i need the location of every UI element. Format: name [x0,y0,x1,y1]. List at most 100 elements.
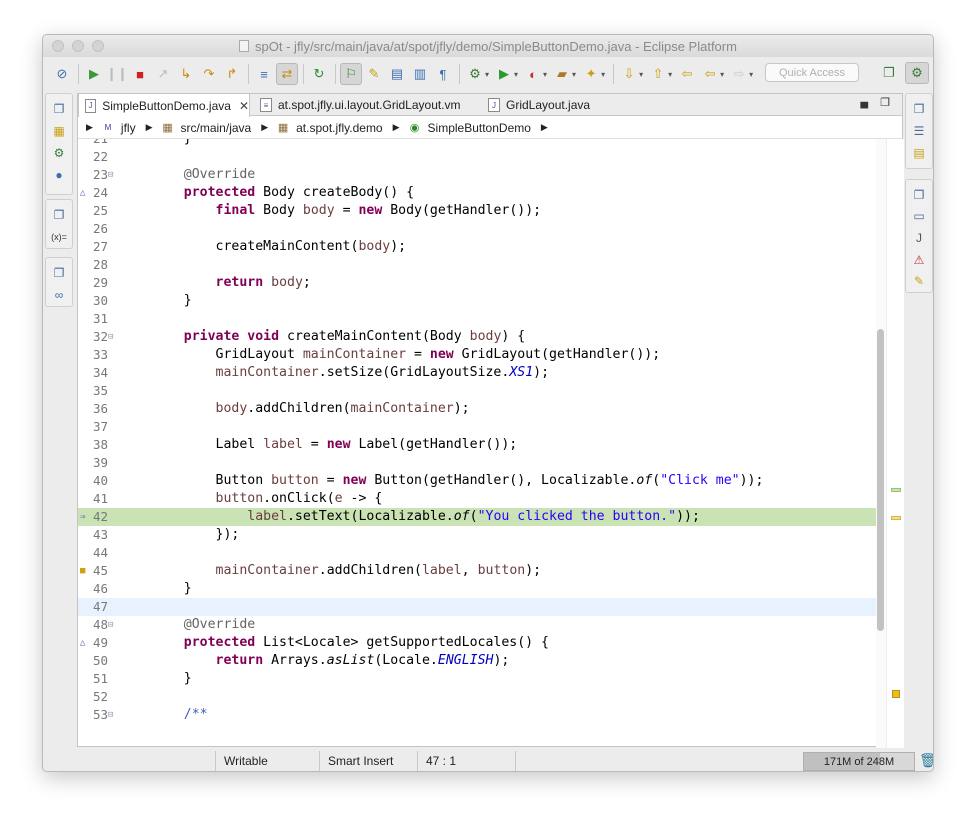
chevron-down-icon[interactable]: ▾ [639,70,643,79]
code-line[interactable]: 28 [78,256,876,274]
code-line[interactable]: 21 } [78,139,876,148]
tasks-icon[interactable]: ✎ [908,270,930,292]
zoom-window-button[interactable] [92,40,104,52]
overview-ruler[interactable] [886,139,904,748]
code-line[interactable]: 36 body.addChildren(mainContainer); [78,400,876,418]
restore-icon[interactable]: ❐ [48,98,70,120]
code-line[interactable]: 26 [78,220,876,238]
suspend-icon[interactable]: ❙❙ [106,63,128,85]
code-line[interactable]: 45 ■ mainContainer.addChildren(label, but… [78,562,876,580]
expressions-icon[interactable]: ∞ [48,284,70,306]
fold-toggle-icon[interactable]: ⊟ [108,706,113,724]
close-icon[interactable]: ✕ [239,99,249,113]
breadcrumb-item-package[interactable]: ▶ ▦ at.spot.jfly.demo [261,121,382,135]
code-line[interactable]: 30 } [78,292,876,310]
disconnect-icon[interactable]: ↗ [152,63,174,85]
tab-gridlayout-java[interactable]: J GridLayout.java [482,94,590,116]
scrollbar-thumb[interactable] [877,329,884,631]
previous-annotation-icon[interactable]: ⇧ [647,63,669,85]
restore-icon[interactable]: ❐ [908,184,930,206]
variables-icon[interactable]: (x)= [48,226,70,248]
fold-toggle-icon[interactable]: ⊟ [108,166,113,184]
code-line[interactable]: 51 } [78,670,876,688]
close-window-button[interactable] [52,40,64,52]
code-line[interactable]: 44 [78,544,876,562]
code-line[interactable]: 31 [78,310,876,328]
code-line[interactable]: 47 [78,598,876,616]
debug-marker[interactable] [891,488,901,492]
last-edit-location-icon[interactable]: ⇦ [676,63,698,85]
fold-toggle-icon[interactable]: ⊟ [108,616,113,634]
breadcrumb-item-more[interactable]: ▶ [541,122,556,133]
code-line[interactable]: 32 ⊟ private void createMainContent(Body … [78,328,876,346]
code-line[interactable]: 29 return body; [78,274,876,292]
maximize-icon[interactable]: ❐ [880,96,890,109]
refresh-icon[interactable]: ↻ [308,63,330,85]
code-line[interactable]: 49 △ protected List<Locale> getSupportedL… [78,634,876,652]
minimize-icon[interactable]: ▄ [860,96,868,109]
code-editor[interactable]: 21 }2223⊟ @Override24△ protected Body cr… [78,139,876,748]
override-marker-icon[interactable]: △ [80,634,85,652]
code-line[interactable]: 48 ⊟ @Override [78,616,876,634]
restore-icon[interactable]: ❐ [908,98,930,120]
debug-view-icon[interactable]: ⚙ [48,142,70,164]
terminate-icon[interactable]: ■ [129,63,151,85]
run-icon[interactable]: ▶ [493,63,515,85]
back-icon[interactable]: ⇦ [699,63,721,85]
new-icon[interactable]: ✦ [580,63,602,85]
skip-breakpoints-icon[interactable]: ⊘ [51,63,73,85]
fold-toggle-icon[interactable]: ⊟ [108,328,113,346]
code-line[interactable]: 50 return Arrays.asList(Locale.ENGLISH); [78,652,876,670]
open-perspective-icon[interactable]: ❐ [877,62,901,84]
tab-gridlayout-vm[interactable]: ≡ at.spot.jfly.ui.layout.GridLayout.vm [254,94,461,116]
summary-warning-icon[interactable] [892,690,900,698]
warning-marker-icon[interactable]: ■ [80,562,85,580]
external-tools-icon[interactable]: ▰ [551,63,573,85]
coverage-icon[interactable]: ◐ [522,63,544,85]
use-step-filters-icon[interactable]: ⇄ [276,63,298,85]
tab-simplebuttondemo[interactable]: J SimpleButtonDemo.java ✕ [78,94,250,117]
package-explorer-icon[interactable]: ▦ [48,120,70,142]
code-line[interactable]: 24 △ protected Body createBody() { [78,184,876,202]
outline-icon[interactable]: ☰ [908,120,930,142]
chevron-down-icon[interactable]: ▾ [601,70,605,79]
breadcrumb-toggle-icon[interactable]: ▥ [409,63,431,85]
step-over-icon[interactable]: ↷ [198,63,220,85]
step-return-icon[interactable]: ↱ [221,63,243,85]
code-line[interactable]: 37 [78,418,876,436]
restore-icon[interactable]: ❐ [48,262,70,284]
debug-icon[interactable]: ⚙ [464,63,486,85]
chevron-down-icon[interactable]: ▾ [485,70,489,79]
step-into-icon[interactable]: ↳ [175,63,197,85]
chevron-down-icon[interactable]: ▾ [543,70,547,79]
code-line[interactable]: 46 } [78,580,876,598]
toggle-block-selection-icon[interactable]: ▤ [386,63,408,85]
restore-icon[interactable]: ❐ [48,204,70,226]
code-line[interactable]: 38 Label label = new Label(getHandler())… [78,436,876,454]
quick-access-input[interactable]: Quick Access [765,63,859,82]
debug-perspective-icon[interactable]: ⚙ [905,62,929,84]
code-line[interactable]: 25 final Body body = new Body(getHandler… [78,202,876,220]
highlight-icon[interactable]: ✎ [363,63,385,85]
chevron-down-icon[interactable]: ▾ [514,70,518,79]
heap-status[interactable]: 171M of 248M [803,752,915,771]
code-line[interactable]: 35 [78,382,876,400]
code-line[interactable]: 43 }); [78,526,876,544]
breadcrumb-item-project[interactable]: ▶ M jfly [86,121,136,135]
chevron-down-icon[interactable]: ▾ [668,70,672,79]
forward-icon[interactable]: ⇨ [728,63,750,85]
chevron-down-icon[interactable]: ▾ [749,70,753,79]
code-line[interactable]: 23 ⊟ @Override [78,166,876,184]
toggle-mark-occurrences-icon[interactable]: ⚐ [340,63,362,85]
task-list-icon[interactable]: ▤ [908,142,930,164]
code-line[interactable]: 53 ⊟ /** [78,706,876,724]
problems-icon[interactable]: ⚠ [908,249,930,271]
resume-icon[interactable]: ▶ [83,63,105,85]
code-line[interactable]: 40 Button button = new Button(getHandler… [78,472,876,490]
code-line[interactable]: 22 [78,148,876,166]
garbage-collect-icon[interactable]: 🗑 [919,752,933,769]
breadcrumb-item-source-folder[interactable]: ▶ ▦ src/main/java [146,121,252,135]
show-whitespace-icon[interactable]: ¶ [432,63,454,85]
chevron-down-icon[interactable]: ▾ [720,70,724,79]
console-icon[interactable]: ▭ [908,206,930,228]
